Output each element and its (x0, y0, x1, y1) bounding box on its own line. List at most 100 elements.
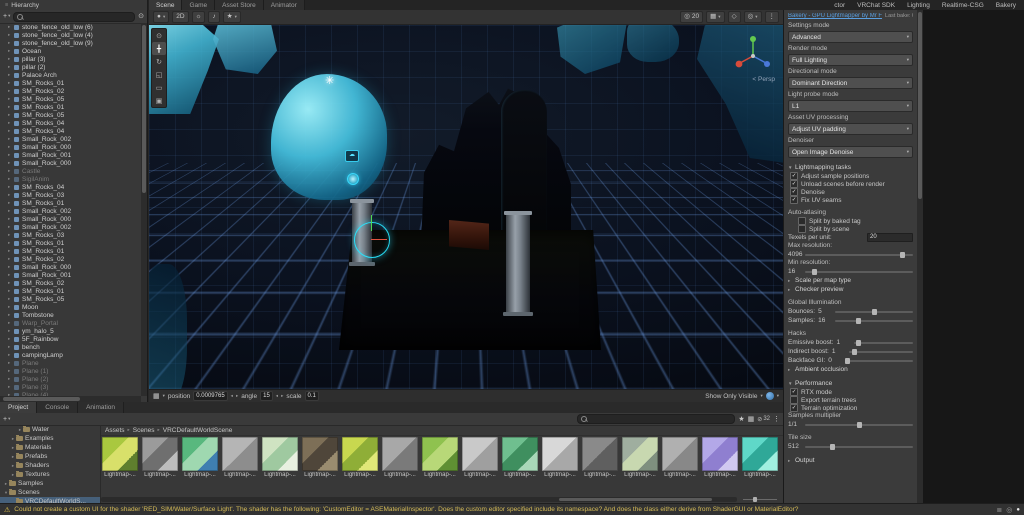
slider-track[interactable] (848, 348, 913, 355)
asset-thumbnail[interactable]: Lightmap-... (621, 437, 659, 486)
2d-toggle[interactable]: 2D (172, 11, 189, 23)
hierarchy-item[interactable]: ▸ 5F_Rainbow (0, 335, 141, 343)
checkbox-icon[interactable]: ✓ (790, 188, 798, 196)
hierarchy-item[interactable]: ▸ SM_Rocks_02 (0, 255, 141, 263)
layout-toggle-button[interactable]: ▦ (748, 416, 755, 423)
tab-animator[interactable]: Animator (263, 0, 305, 10)
tab-scene[interactable]: Scene (149, 0, 183, 10)
project-folder-materials[interactable]: ▸ Materials (0, 443, 100, 452)
slider-track[interactable] (805, 268, 913, 275)
hierarchy-item[interactable]: ▸ Small_Rock_000 (0, 159, 141, 167)
slider-thumb[interactable] (811, 268, 817, 275)
project-folder-samples[interactable]: ▸ Samples (0, 479, 100, 488)
scene-viewport[interactable]: ✳ ☁ < Persp (149, 24, 783, 390)
field-value[interactable]: 20 (867, 233, 913, 242)
slider-thumb[interactable] (857, 421, 862, 428)
hierarchy-item[interactable]: ▸ stone_fence_old_low (9) (0, 39, 141, 47)
bakery-dropdown-advanced[interactable]: Advanced ▾ (788, 31, 913, 43)
directional-light-gizmo-icon[interactable]: ✳ (325, 74, 334, 87)
scrollbar-thumb[interactable] (142, 25, 146, 193)
angle-decrement[interactable]: ◂ (276, 393, 278, 399)
transform-tool[interactable]: ▣ (152, 94, 166, 107)
tab-hierarchy[interactable]: ≡ Hierarchy (0, 0, 148, 10)
project-folder-shaders[interactable]: ▸ Shaders (0, 461, 100, 470)
position-decrement[interactable]: ◂ (231, 393, 233, 399)
visibility-filter-dropdown[interactable]: Show Only Visible (705, 393, 757, 400)
bakery-dropdown-adjust-uv-padding[interactable]: Adjust UV padding ▾ (788, 123, 913, 135)
project-horizontal-scrollbar[interactable] (101, 497, 737, 502)
asset-thumbnail[interactable]: Lightmap-... (741, 437, 779, 486)
create-object-button[interactable]: + ▾ (3, 13, 10, 20)
asset-thumbnail[interactable]: Lightmap-... (661, 437, 699, 486)
slider-track[interactable] (835, 317, 913, 324)
gizmo-y-axis[interactable] (371, 215, 372, 231)
project-folder-examples[interactable]: ▸ Examples (0, 434, 100, 443)
slider-thumb[interactable] (856, 339, 862, 346)
rotate-tool[interactable]: ↻ (152, 55, 166, 68)
slider-track[interactable] (805, 443, 913, 450)
bakery-dropdown-dominant-direction[interactable]: Dominant Direction ▾ (788, 77, 913, 89)
bakery-dropdown-open-image-denoise[interactable]: Open Image Denoise ▾ (788, 146, 913, 158)
hierarchy-item[interactable]: ▸ pillar (2) (0, 63, 141, 71)
angle-field[interactable]: 15 (260, 391, 273, 401)
tab-game[interactable]: Game (182, 0, 216, 10)
view-orientation-gizmo[interactable] (731, 32, 775, 76)
scrollbar-thumb[interactable] (918, 12, 922, 200)
hierarchy-item[interactable]: ▸ SM_Rocks_05 (0, 111, 141, 119)
bakery-foldout-ambient-occlusion[interactable]: ▸ Ambient occlusion (788, 365, 913, 374)
angle-increment[interactable]: ▸ (281, 393, 283, 399)
checkbox-icon[interactable] (798, 225, 806, 233)
hierarchy-item[interactable]: ▸ Plane (1) (0, 367, 141, 375)
search-favorites-button[interactable]: ★ (738, 416, 744, 423)
hierarchy-item[interactable]: ▸ Warp_Portal (0, 319, 141, 327)
position-field[interactable]: 0.0009765 (193, 391, 228, 401)
hierarchy-item[interactable]: ▸ Ocean (0, 47, 141, 55)
hierarchy-item[interactable]: ▸ Small_Rock_000 (0, 215, 141, 223)
selection-gizmo[interactable] (354, 215, 390, 258)
scrollbar-thumb[interactable] (558, 498, 712, 501)
camera-speed-field[interactable]: ◎ 20 (680, 11, 704, 23)
hierarchy-item[interactable]: ▸ SigilAnim (0, 175, 141, 183)
grid-snap-icon[interactable]: ▦ (153, 393, 160, 400)
hierarchy-item[interactable]: ▸ SM_Rocks_03 (0, 191, 141, 199)
hierarchy-search-input[interactable] (13, 11, 136, 22)
effects-dropdown[interactable]: ★ ▾ (222, 11, 241, 23)
menu-vrchat-sdk[interactable]: VRChat SDK (851, 0, 901, 10)
bakery-checkbox-adjust-sample-positions[interactable]: ✓ Adjust sample positions (788, 172, 913, 180)
grid-visibility-dropdown[interactable]: ▦ ▾ (706, 11, 725, 23)
move-tool[interactable]: ╋ (152, 42, 166, 55)
hierarchy-item[interactable]: ▸ bench (0, 343, 141, 351)
hierarchy-item[interactable]: ▸ Small_Rock_000 (0, 143, 141, 151)
hierarchy-item[interactable]: ▸ Small_Rock_002 (0, 207, 141, 215)
scene-picking-toggle[interactable]: ⊙ (138, 13, 144, 20)
bakery-foldout-checker-preview[interactable]: ▸ Checker preview (788, 285, 913, 294)
checkbox-icon[interactable]: ✓ (790, 404, 798, 412)
hierarchy-item[interactable]: ▸ ym_halo_5 (0, 327, 141, 335)
breadcrumb-assets[interactable]: Assets (105, 427, 125, 434)
shading-mode-dropdown[interactable]: ● ▾ (153, 11, 170, 23)
bakery-foldout-output[interactable]: ▸ Output (788, 456, 913, 465)
bakery-dropdown-l1[interactable]: L1 ▾ (788, 100, 913, 112)
hierarchy-item[interactable]: ▸ Small_Rock_001 (0, 151, 141, 159)
create-asset-button[interactable]: + ▾ (3, 416, 10, 423)
background-tasks-icon[interactable]: ◎ (1006, 506, 1012, 514)
tab-animation[interactable]: Animation (78, 402, 124, 413)
checkbox-icon[interactable]: ✓ (790, 196, 798, 204)
hierarchy-item[interactable]: ▸ SM_Rocks_01 (0, 103, 141, 111)
checkbox-icon[interactable] (790, 396, 798, 404)
bakery-foldout-scale-per-map-type[interactable]: ▸ Scale per map type (788, 276, 913, 285)
hierarchy-item[interactable]: ▸ SM_Rocks_01 (0, 247, 141, 255)
hierarchy-item[interactable]: ▸ SM_Rocks_05 (0, 95, 141, 103)
asset-thumbnail[interactable]: Lightmap-... (141, 437, 179, 486)
scene-view-options-button[interactable]: ⋮ (764, 11, 779, 23)
scrollbar-thumb[interactable] (2, 397, 81, 401)
snap-toggle[interactable]: ◇ (727, 11, 741, 23)
breadcrumb-scenes[interactable]: Scenes (133, 427, 155, 434)
breadcrumb-current[interactable]: VRCDefaultWorldScene (163, 427, 233, 434)
menu-lighting[interactable]: Lighting (901, 0, 936, 10)
hierarchy-item[interactable]: ▸ SM_Rocks_03 (0, 231, 141, 239)
checkbox-icon[interactable]: ✓ (790, 388, 798, 396)
collab-sync-icon[interactable] (765, 392, 774, 400)
slider-thumb[interactable] (851, 348, 857, 355)
asset-thumbnail[interactable]: Lightmap-... (501, 437, 539, 486)
